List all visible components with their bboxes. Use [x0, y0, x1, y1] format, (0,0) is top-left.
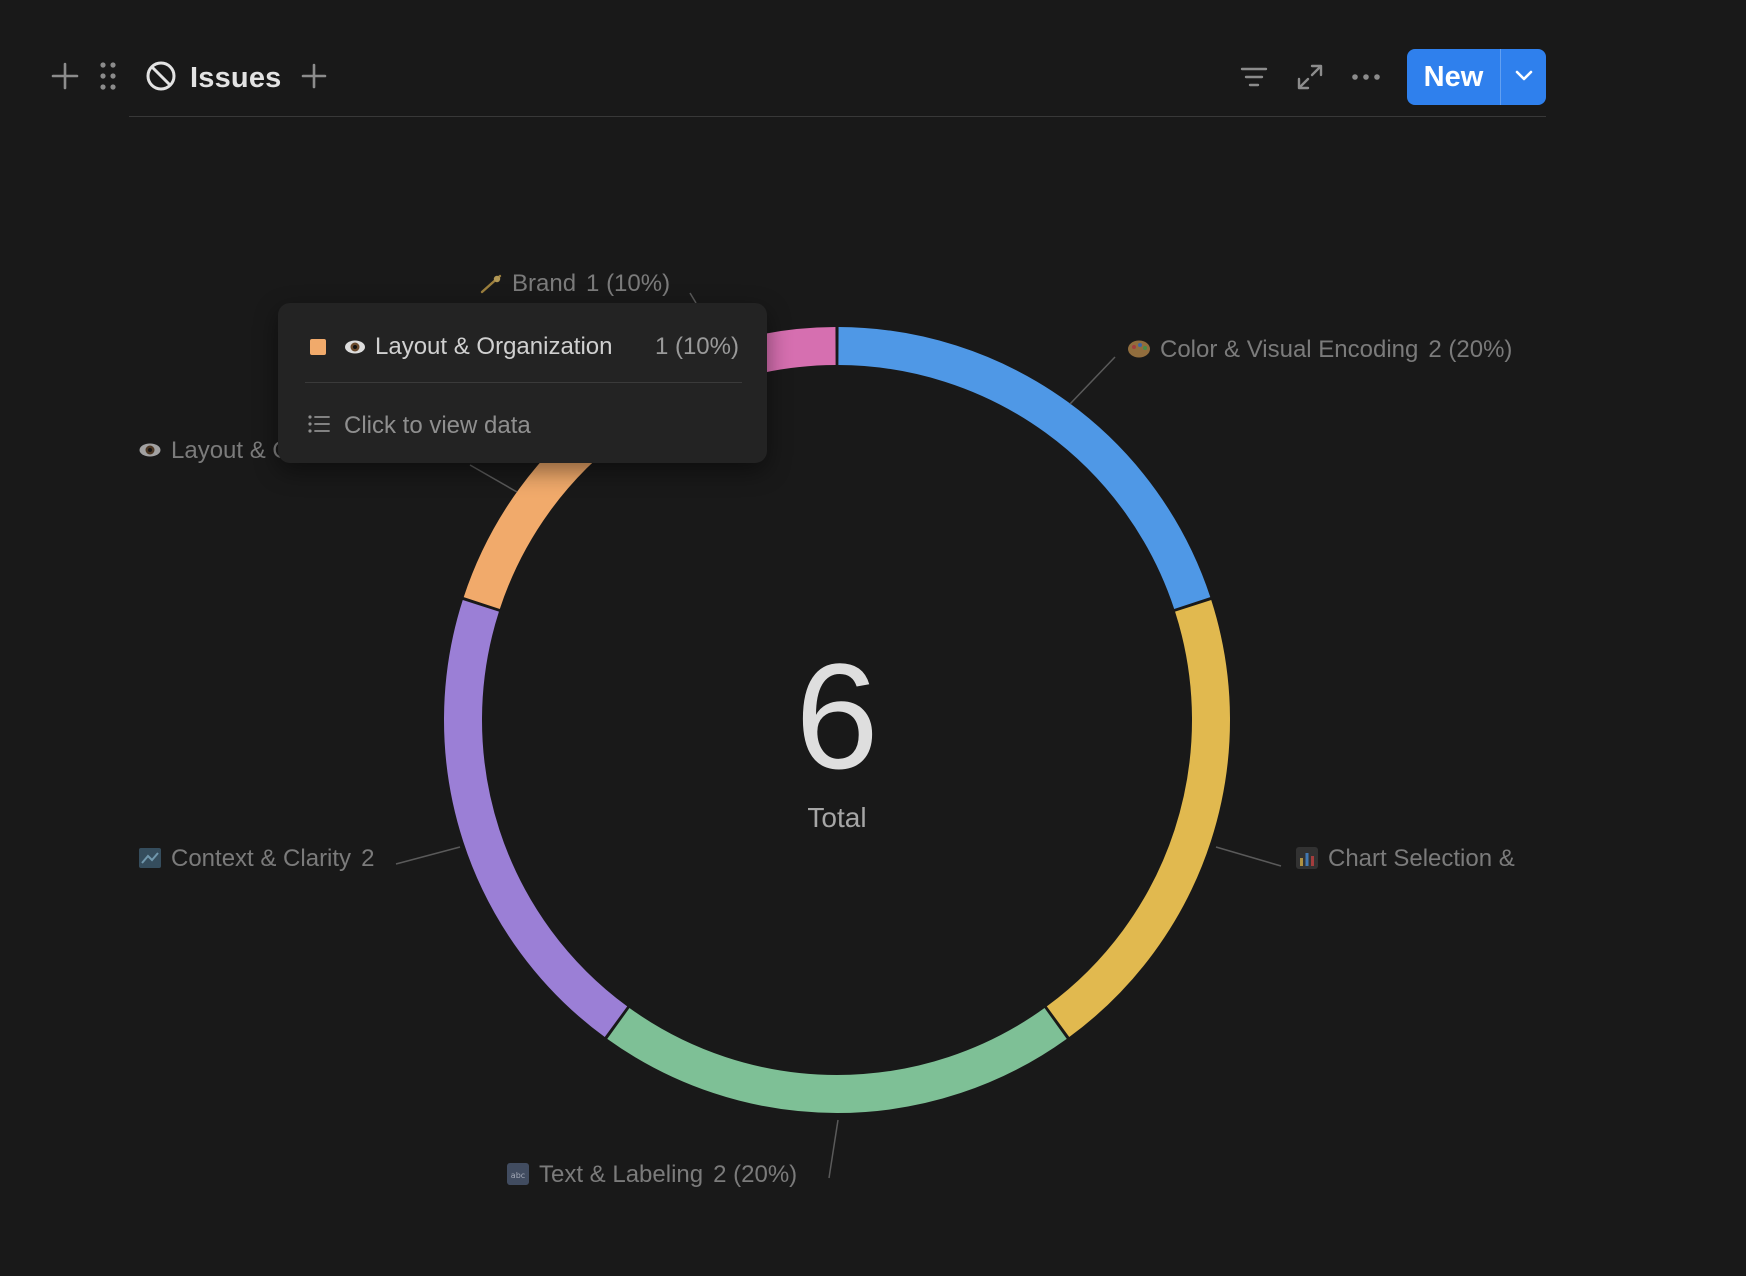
slice-label-text-labeling: abc Text & Labeling 2 (20%) — [507, 1161, 797, 1188]
slice-label-text: Chart Selection & — [1328, 845, 1515, 872]
chart-total-value: 6 — [795, 632, 878, 800]
slice-label-color-visual-encoding: Color & Visual Encoding 2 (20%) — [1128, 336, 1512, 363]
slice-label-text: Text & Labeling 2 (20%) — [539, 1161, 797, 1188]
donut-segment-context-clarity[interactable] — [444, 600, 628, 1038]
chart-total-label: Total — [807, 802, 866, 833]
view-data-link[interactable]: Click to view data — [308, 403, 531, 449]
tooltip-series-value: 1 (10%) — [654, 333, 739, 360]
donut-segment-color-visual-encoding[interactable] — [838, 327, 1211, 609]
leader-line-text-labeling — [828, 1119, 839, 1179]
tooltip-series-name: Layout & Organization — [375, 333, 613, 360]
leader-line-context-clarity — [395, 846, 461, 865]
svg-text:abc: abc — [511, 1171, 525, 1180]
tooltip-row: Layout & Organization 1 (10%) — [310, 325, 739, 369]
slice-label-text: Color & Visual Encoding 2 (20%) — [1160, 336, 1512, 363]
eye-icon — [344, 336, 366, 358]
donut-chart: Brand 1 (10%) Color & Visual Encoding 2 (20… — [139, 270, 1515, 1188]
view-data-label: Click to view data — [344, 412, 531, 439]
leader-line-chart-selection — [1215, 846, 1282, 867]
list-icon — [308, 414, 330, 439]
tooltip-swatch — [310, 339, 326, 355]
slice-label-chart-selection: Chart Selection & — [1296, 845, 1515, 872]
slice-label-context-clarity: Context & Clarity 2 — [139, 845, 374, 872]
chart-tooltip: Layout & Organization 1 (10%) Click to v… — [278, 303, 767, 463]
leader-line-brand — [689, 292, 697, 304]
comet-icon — [480, 274, 502, 294]
donut-segment-text-labeling[interactable] — [607, 1008, 1067, 1113]
bar-chart-icon — [1296, 847, 1318, 869]
donut-segment-chart-selection[interactable] — [1046, 600, 1230, 1038]
slice-label-text: Context & Clarity 2 — [171, 845, 374, 872]
tooltip-divider — [305, 382, 742, 383]
eye-icon — [139, 443, 161, 457]
leader-line-color-visual-encoding — [1069, 356, 1116, 405]
slice-label-brand: Brand 1 (10%) — [480, 270, 670, 297]
leader-line-layout-organization — [469, 464, 518, 493]
slice-label-text: Brand 1 (10%) — [512, 270, 670, 297]
palette-icon — [1128, 340, 1150, 358]
abc-icon: abc — [507, 1163, 529, 1185]
map-icon — [139, 848, 161, 868]
